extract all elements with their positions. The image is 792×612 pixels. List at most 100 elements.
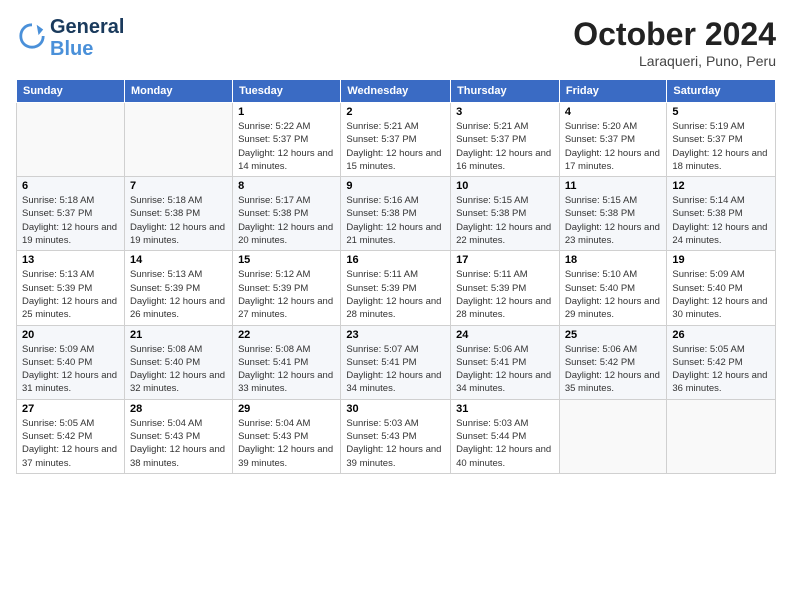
logo-text-line2: Blue (50, 38, 124, 60)
day-number: 26 (672, 329, 770, 341)
col-saturday: Saturday (667, 80, 776, 103)
table-row: 2 Sunrise: 5:21 AMSunset: 5:37 PMDayligh… (341, 103, 451, 177)
day-info: Sunrise: 5:03 AMSunset: 5:44 PMDaylight:… (456, 417, 554, 470)
day-number: 21 (130, 329, 227, 341)
day-number: 25 (565, 329, 662, 341)
day-info: Sunrise: 5:10 AMSunset: 5:40 PMDaylight:… (565, 268, 662, 321)
table-row: 17 Sunrise: 5:11 AMSunset: 5:39 PMDaylig… (451, 251, 560, 325)
calendar-week-row: 1 Sunrise: 5:22 AMSunset: 5:37 PMDayligh… (17, 103, 776, 177)
table-row: 7 Sunrise: 5:18 AMSunset: 5:38 PMDayligh… (124, 177, 232, 251)
day-info: Sunrise: 5:11 AMSunset: 5:39 PMDaylight:… (346, 268, 445, 321)
day-number: 22 (238, 329, 335, 341)
table-row: 5 Sunrise: 5:19 AMSunset: 5:37 PMDayligh… (667, 103, 776, 177)
table-row: 21 Sunrise: 5:08 AMSunset: 5:40 PMDaylig… (124, 325, 232, 399)
table-row (124, 103, 232, 177)
day-number: 9 (346, 180, 445, 192)
table-row (559, 399, 667, 473)
day-number: 28 (130, 403, 227, 415)
day-number: 20 (22, 329, 119, 341)
table-row: 16 Sunrise: 5:11 AMSunset: 5:39 PMDaylig… (341, 251, 451, 325)
day-info: Sunrise: 5:06 AMSunset: 5:42 PMDaylight:… (565, 343, 662, 396)
table-row: 19 Sunrise: 5:09 AMSunset: 5:40 PMDaylig… (667, 251, 776, 325)
day-info: Sunrise: 5:13 AMSunset: 5:39 PMDaylight:… (22, 268, 119, 321)
day-info: Sunrise: 5:21 AMSunset: 5:37 PMDaylight:… (346, 120, 445, 173)
day-info: Sunrise: 5:03 AMSunset: 5:43 PMDaylight:… (346, 417, 445, 470)
day-info: Sunrise: 5:05 AMSunset: 5:42 PMDaylight:… (672, 343, 770, 396)
day-number: 17 (456, 254, 554, 266)
table-row: 25 Sunrise: 5:06 AMSunset: 5:42 PMDaylig… (559, 325, 667, 399)
day-number: 19 (672, 254, 770, 266)
table-row: 18 Sunrise: 5:10 AMSunset: 5:40 PMDaylig… (559, 251, 667, 325)
table-row: 28 Sunrise: 5:04 AMSunset: 5:43 PMDaylig… (124, 399, 232, 473)
logo-text-line1: General (50, 16, 124, 38)
col-thursday: Thursday (451, 80, 560, 103)
table-row: 6 Sunrise: 5:18 AMSunset: 5:37 PMDayligh… (17, 177, 125, 251)
day-info: Sunrise: 5:04 AMSunset: 5:43 PMDaylight:… (130, 417, 227, 470)
table-row: 3 Sunrise: 5:21 AMSunset: 5:37 PMDayligh… (451, 103, 560, 177)
day-number: 18 (565, 254, 662, 266)
table-row: 27 Sunrise: 5:05 AMSunset: 5:42 PMDaylig… (17, 399, 125, 473)
day-info: Sunrise: 5:18 AMSunset: 5:38 PMDaylight:… (130, 194, 227, 247)
day-number: 4 (565, 106, 662, 118)
day-info: Sunrise: 5:06 AMSunset: 5:41 PMDaylight:… (456, 343, 554, 396)
day-info: Sunrise: 5:16 AMSunset: 5:38 PMDaylight:… (346, 194, 445, 247)
day-info: Sunrise: 5:07 AMSunset: 5:41 PMDaylight:… (346, 343, 445, 396)
table-row: 4 Sunrise: 5:20 AMSunset: 5:37 PMDayligh… (559, 103, 667, 177)
table-row: 12 Sunrise: 5:14 AMSunset: 5:38 PMDaylig… (667, 177, 776, 251)
table-row: 10 Sunrise: 5:15 AMSunset: 5:38 PMDaylig… (451, 177, 560, 251)
day-number: 29 (238, 403, 335, 415)
table-row: 20 Sunrise: 5:09 AMSunset: 5:40 PMDaylig… (17, 325, 125, 399)
day-info: Sunrise: 5:08 AMSunset: 5:41 PMDaylight:… (238, 343, 335, 396)
day-number: 23 (346, 329, 445, 341)
table-row: 31 Sunrise: 5:03 AMSunset: 5:44 PMDaylig… (451, 399, 560, 473)
day-number: 30 (346, 403, 445, 415)
calendar-subtitle: Laraqueri, Puno, Peru (573, 53, 776, 69)
col-wednesday: Wednesday (341, 80, 451, 103)
table-row: 14 Sunrise: 5:13 AMSunset: 5:39 PMDaylig… (124, 251, 232, 325)
calendar-table: Sunday Monday Tuesday Wednesday Thursday… (16, 79, 776, 474)
day-info: Sunrise: 5:13 AMSunset: 5:39 PMDaylight:… (130, 268, 227, 321)
day-info: Sunrise: 5:09 AMSunset: 5:40 PMDaylight:… (22, 343, 119, 396)
day-number: 31 (456, 403, 554, 415)
page: General Blue October 2024 Laraqueri, Pun… (0, 0, 792, 612)
table-row: 9 Sunrise: 5:16 AMSunset: 5:38 PMDayligh… (341, 177, 451, 251)
day-number: 27 (22, 403, 119, 415)
col-tuesday: Tuesday (233, 80, 341, 103)
day-info: Sunrise: 5:04 AMSunset: 5:43 PMDaylight:… (238, 417, 335, 470)
day-number: 5 (672, 106, 770, 118)
col-monday: Monday (124, 80, 232, 103)
day-number: 15 (238, 254, 335, 266)
day-info: Sunrise: 5:14 AMSunset: 5:38 PMDaylight:… (672, 194, 770, 247)
day-number: 11 (565, 180, 662, 192)
day-number: 3 (456, 106, 554, 118)
table-row: 23 Sunrise: 5:07 AMSunset: 5:41 PMDaylig… (341, 325, 451, 399)
calendar-week-row: 27 Sunrise: 5:05 AMSunset: 5:42 PMDaylig… (17, 399, 776, 473)
day-info: Sunrise: 5:11 AMSunset: 5:39 PMDaylight:… (456, 268, 554, 321)
day-info: Sunrise: 5:12 AMSunset: 5:39 PMDaylight:… (238, 268, 335, 321)
day-number: 16 (346, 254, 445, 266)
day-info: Sunrise: 5:20 AMSunset: 5:37 PMDaylight:… (565, 120, 662, 173)
day-info: Sunrise: 5:18 AMSunset: 5:37 PMDaylight:… (22, 194, 119, 247)
calendar-week-row: 20 Sunrise: 5:09 AMSunset: 5:40 PMDaylig… (17, 325, 776, 399)
day-number: 14 (130, 254, 227, 266)
day-info: Sunrise: 5:22 AMSunset: 5:37 PMDaylight:… (238, 120, 335, 173)
day-info: Sunrise: 5:05 AMSunset: 5:42 PMDaylight:… (22, 417, 119, 470)
logo-icon (18, 22, 46, 50)
day-number: 10 (456, 180, 554, 192)
table-row: 22 Sunrise: 5:08 AMSunset: 5:41 PMDaylig… (233, 325, 341, 399)
calendar-title: October 2024 (573, 16, 776, 53)
table-row: 11 Sunrise: 5:15 AMSunset: 5:38 PMDaylig… (559, 177, 667, 251)
table-row: 26 Sunrise: 5:05 AMSunset: 5:42 PMDaylig… (667, 325, 776, 399)
day-number: 6 (22, 180, 119, 192)
table-row: 24 Sunrise: 5:06 AMSunset: 5:41 PMDaylig… (451, 325, 560, 399)
table-row (17, 103, 125, 177)
day-number: 8 (238, 180, 335, 192)
day-info: Sunrise: 5:15 AMSunset: 5:38 PMDaylight:… (456, 194, 554, 247)
table-row: 13 Sunrise: 5:13 AMSunset: 5:39 PMDaylig… (17, 251, 125, 325)
day-info: Sunrise: 5:21 AMSunset: 5:37 PMDaylight:… (456, 120, 554, 173)
calendar-week-row: 6 Sunrise: 5:18 AMSunset: 5:37 PMDayligh… (17, 177, 776, 251)
day-info: Sunrise: 5:09 AMSunset: 5:40 PMDaylight:… (672, 268, 770, 321)
table-row: 1 Sunrise: 5:22 AMSunset: 5:37 PMDayligh… (233, 103, 341, 177)
table-row: 8 Sunrise: 5:17 AMSunset: 5:38 PMDayligh… (233, 177, 341, 251)
day-number: 2 (346, 106, 445, 118)
